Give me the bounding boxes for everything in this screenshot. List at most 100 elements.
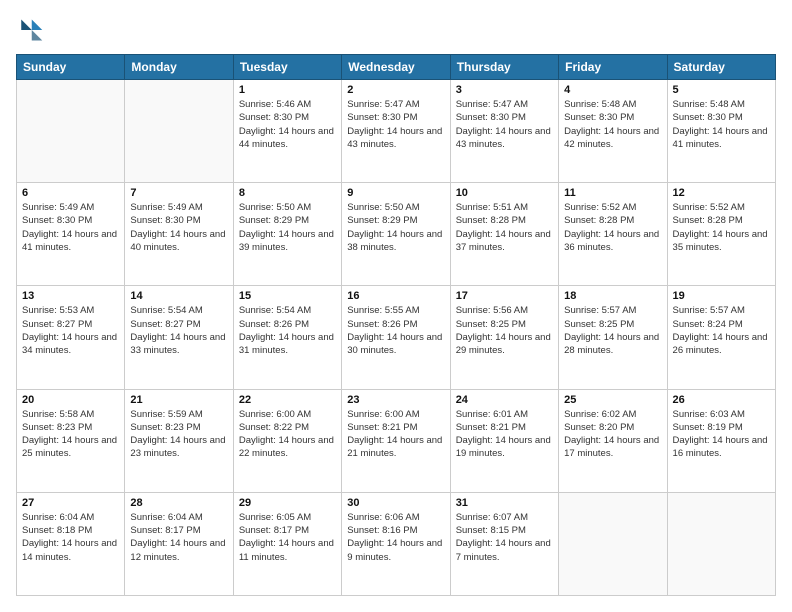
day-number: 17 [456,290,553,302]
weekday-header: Tuesday [233,55,341,80]
day-number: 26 [673,394,770,406]
day-number: 4 [564,84,661,96]
day-number: 21 [130,394,227,406]
day-info: Sunrise: 5:47 AMSunset: 8:30 PMDaylight:… [347,98,444,151]
calendar-cell: 11 Sunrise: 5:52 AMSunset: 8:28 PMDayligh… [559,183,667,286]
calendar-week-row: 27 Sunrise: 6:04 AMSunset: 8:18 PMDayligh… [17,492,776,595]
calendar-week-row: 13Sunrise: 5:53 AMSunset: 8:27 PMDayligh… [17,286,776,389]
day-number: 19 [673,290,770,302]
day-number: 7 [130,187,227,199]
day-info: Sunrise: 6:00 AMSunset: 8:22 PMDaylight:… [239,408,336,461]
day-number: 23 [347,394,444,406]
day-info: Sunrise: 5:56 AMSunset: 8:25 PMDaylight:… [456,304,553,357]
day-number: 15 [239,290,336,302]
calendar-cell: 13Sunrise: 5:53 AMSunset: 8:27 PMDayligh… [17,286,125,389]
day-info: Sunrise: 6:02 AMSunset: 8:20 PMDaylight:… [564,408,661,461]
day-number: 2 [347,84,444,96]
day-info: Sunrise: 5:48 AMSunset: 8:30 PMDaylight:… [564,98,661,151]
day-info: Sunrise: 5:51 AMSunset: 8:28 PMDaylight:… [456,201,553,254]
calendar-cell: 17 Sunrise: 5:56 AMSunset: 8:25 PMDayligh… [450,286,558,389]
day-info: Sunrise: 6:00 AMSunset: 8:21 PMDaylight:… [347,408,444,461]
day-info: Sunrise: 5:55 AMSunset: 8:26 PMDaylight:… [347,304,444,357]
calendar-cell: 7 Sunrise: 5:49 AMSunset: 8:30 PMDaylight… [125,183,233,286]
day-number: 30 [347,497,444,509]
calendar-cell: 10Sunrise: 5:51 AMSunset: 8:28 PMDayligh… [450,183,558,286]
day-info: Sunrise: 5:47 AMSunset: 8:30 PMDaylight:… [456,98,553,151]
calendar-cell: 8 Sunrise: 5:50 AMSunset: 8:29 PMDaylight… [233,183,341,286]
day-info: Sunrise: 5:53 AMSunset: 8:27 PMDaylight:… [22,304,119,357]
calendar-cell: 18 Sunrise: 5:57 AMSunset: 8:25 PMDayligh… [559,286,667,389]
day-info: Sunrise: 5:54 AMSunset: 8:26 PMDaylight:… [239,304,336,357]
day-number: 3 [456,84,553,96]
day-info: Sunrise: 6:04 AMSunset: 8:18 PMDaylight:… [22,511,119,564]
header [16,16,776,44]
calendar-cell [17,80,125,183]
day-info: Sunrise: 6:06 AMSunset: 8:16 PMDaylight:… [347,511,444,564]
day-number: 18 [564,290,661,302]
day-number: 22 [239,394,336,406]
calendar-cell: 12 Sunrise: 5:52 AMSunset: 8:28 PMDayligh… [667,183,775,286]
day-info: Sunrise: 6:04 AMSunset: 8:17 PMDaylight:… [130,511,227,564]
calendar-cell: 28 Sunrise: 6:04 AMSunset: 8:17 PMDayligh… [125,492,233,595]
day-number: 25 [564,394,661,406]
calendar-cell [559,492,667,595]
calendar-cell: 5 Sunrise: 5:48 AMSunset: 8:30 PMDaylight… [667,80,775,183]
day-number: 8 [239,187,336,199]
calendar-cell: 30 Sunrise: 6:06 AMSunset: 8:16 PMDayligh… [342,492,450,595]
calendar-cell: 19Sunrise: 5:57 AMSunset: 8:24 PMDayligh… [667,286,775,389]
day-info: Sunrise: 5:54 AMSunset: 8:27 PMDaylight:… [130,304,227,357]
day-number: 31 [456,497,553,509]
page: SundayMondayTuesdayWednesdayThursdayFrid… [0,0,792,612]
day-number: 1 [239,84,336,96]
day-info: Sunrise: 5:59 AMSunset: 8:23 PMDaylight:… [130,408,227,461]
calendar-cell: 9 Sunrise: 5:50 AMSunset: 8:29 PMDaylight… [342,183,450,286]
calendar-cell: 4 Sunrise: 5:48 AMSunset: 8:30 PMDaylight… [559,80,667,183]
day-info: Sunrise: 6:05 AMSunset: 8:17 PMDaylight:… [239,511,336,564]
calendar-week-row: 20 Sunrise: 5:58 AMSunset: 8:23 PMDayligh… [17,389,776,492]
day-info: Sunrise: 5:48 AMSunset: 8:30 PMDaylight:… [673,98,770,151]
weekday-header: Monday [125,55,233,80]
day-info: Sunrise: 6:01 AMSunset: 8:21 PMDaylight:… [456,408,553,461]
calendar-cell: 21 Sunrise: 5:59 AMSunset: 8:23 PMDayligh… [125,389,233,492]
day-number: 6 [22,187,119,199]
day-number: 29 [239,497,336,509]
day-number: 28 [130,497,227,509]
calendar-cell: 22 Sunrise: 6:00 AMSunset: 8:22 PMDayligh… [233,389,341,492]
day-number: 14 [130,290,227,302]
day-info: Sunrise: 5:49 AMSunset: 8:30 PMDaylight:… [130,201,227,254]
day-number: 27 [22,497,119,509]
calendar-header-row: SundayMondayTuesdayWednesdayThursdayFrid… [17,55,776,80]
calendar-cell [667,492,775,595]
day-number: 16 [347,290,444,302]
day-number: 11 [564,187,661,199]
calendar-week-row: 1 Sunrise: 5:46 AMSunset: 8:30 PMDaylight… [17,80,776,183]
day-number: 5 [673,84,770,96]
day-number: 9 [347,187,444,199]
calendar-cell: 29 Sunrise: 6:05 AMSunset: 8:17 PMDayligh… [233,492,341,595]
weekday-header: Wednesday [342,55,450,80]
day-number: 24 [456,394,553,406]
day-info: Sunrise: 6:03 AMSunset: 8:19 PMDaylight:… [673,408,770,461]
calendar-cell: 2 Sunrise: 5:47 AMSunset: 8:30 PMDaylight… [342,80,450,183]
day-info: Sunrise: 5:50 AMSunset: 8:29 PMDaylight:… [239,201,336,254]
calendar-cell: 14 Sunrise: 5:54 AMSunset: 8:27 PMDayligh… [125,286,233,389]
weekday-header: Sunday [17,55,125,80]
day-number: 12 [673,187,770,199]
calendar-week-row: 6 Sunrise: 5:49 AMSunset: 8:30 PMDaylight… [17,183,776,286]
day-info: Sunrise: 5:58 AMSunset: 8:23 PMDaylight:… [22,408,119,461]
calendar-table: SundayMondayTuesdayWednesdayThursdayFrid… [16,54,776,596]
calendar-cell: 24 Sunrise: 6:01 AMSunset: 8:21 PMDayligh… [450,389,558,492]
calendar-cell: 6Sunrise: 5:49 AMSunset: 8:30 PMDaylight… [17,183,125,286]
calendar-cell: 16 Sunrise: 5:55 AMSunset: 8:26 PMDayligh… [342,286,450,389]
logo [16,16,48,44]
day-info: Sunrise: 5:52 AMSunset: 8:28 PMDaylight:… [673,201,770,254]
day-info: Sunrise: 5:52 AMSunset: 8:28 PMDaylight:… [564,201,661,254]
weekday-header: Thursday [450,55,558,80]
day-info: Sunrise: 5:57 AMSunset: 8:25 PMDaylight:… [564,304,661,357]
calendar-cell: 31Sunrise: 6:07 AMSunset: 8:15 PMDayligh… [450,492,558,595]
day-info: Sunrise: 5:50 AMSunset: 8:29 PMDaylight:… [347,201,444,254]
day-info: Sunrise: 5:46 AMSunset: 8:30 PMDaylight:… [239,98,336,151]
day-number: 20 [22,394,119,406]
weekday-header: Friday [559,55,667,80]
calendar-cell: 15 Sunrise: 5:54 AMSunset: 8:26 PMDayligh… [233,286,341,389]
